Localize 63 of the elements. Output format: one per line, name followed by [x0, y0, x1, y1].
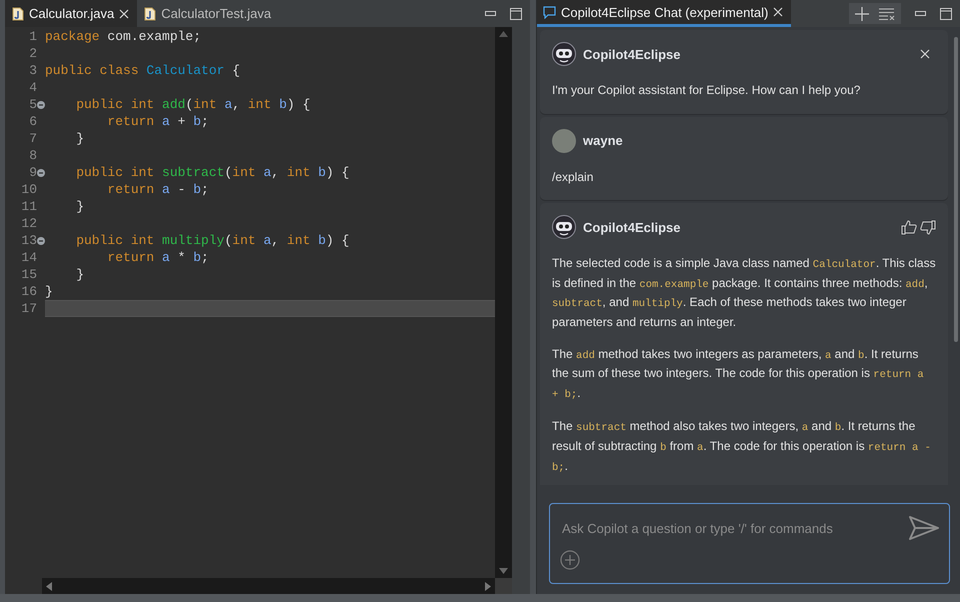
message-text: I'm your Copilot assistant for Eclipse. How can I help you?: [552, 82, 862, 99]
fold-icon[interactable]: [37, 168, 45, 176]
scrollbar-corner: [495, 578, 512, 594]
scroll-down-arrow-icon[interactable]: [499, 568, 508, 574]
fold-icon[interactable]: [37, 100, 45, 108]
line-number: 11: [20, 198, 37, 215]
close-icon[interactable]: [773, 7, 784, 17]
code-line: public int multiply(int a, int b) {: [75, 233, 350, 248]
line-number: 12: [20, 215, 37, 232]
line-number: 5: [28, 96, 37, 113]
line-number: 17: [20, 300, 37, 317]
code-line: public class Calculator {: [45, 63, 240, 78]
line-number: 9: [28, 164, 37, 181]
clear-list-icon[interactable]: [879, 8, 895, 20]
code-line: return a + b;: [106, 114, 209, 129]
minimize-icon[interactable]: [485, 10, 496, 16]
line-number: 7: [28, 130, 37, 147]
horizontal-scrollbar[interactable]: [42, 578, 495, 594]
line-number: 1: [28, 28, 37, 45]
vertical-scrollbar[interactable]: [495, 27, 512, 578]
add-attachment-icon[interactable]: [560, 550, 580, 570]
scroll-left-arrow-icon[interactable]: [46, 582, 52, 590]
java-file-icon: [12, 6, 24, 20]
line-number: 10: [20, 181, 37, 198]
maximize-icon[interactable]: [510, 8, 522, 20]
java-file-icon: [144, 6, 156, 20]
editor-tab[interactable]: Calculator.java: [5, 0, 138, 27]
minimize-icon[interactable]: [915, 10, 926, 16]
line-number: 14: [20, 249, 37, 266]
code-line: return a - b;: [106, 182, 209, 197]
code-line: return a * b;: [106, 250, 209, 265]
code-line: }: [75, 199, 84, 214]
line-number: 16: [20, 283, 37, 300]
code-line: public int subtract(int a, int b) {: [75, 165, 350, 180]
message-text: /explain: [552, 168, 594, 186]
message-author: wayne: [583, 133, 623, 148]
line-number: 6: [28, 113, 37, 130]
code-line: }: [75, 267, 84, 282]
scrollbar-thumb[interactable]: [954, 37, 958, 342]
chat-input-field[interactable]: Ask Copilot a question or type '/' for commands: [560, 520, 913, 536]
chat-view-tab[interactable]: Copilot4Eclipse Chat (experimental): [537, 0, 792, 27]
code-line: public int add(int a, int b) {: [75, 97, 310, 112]
line-number: 8: [28, 147, 37, 164]
close-icon[interactable]: [119, 8, 130, 18]
scroll-right-arrow-icon[interactable]: [485, 582, 491, 590]
code-line: }: [45, 284, 53, 299]
message-author: Copilot4Eclipse: [583, 220, 681, 235]
line-number: 3: [28, 62, 37, 79]
code-line: }: [75, 131, 84, 146]
close-icon[interactable]: [920, 49, 930, 59]
line-number: 15: [20, 266, 37, 283]
editor-tab[interactable]: CalculatorTest.java: [137, 0, 280, 27]
send-icon[interactable]: [909, 516, 939, 540]
plus-icon[interactable]: [855, 6, 869, 20]
line-number: 13: [20, 232, 37, 249]
code-line: package com.example;: [45, 29, 202, 44]
line-number: 4: [28, 79, 37, 96]
fold-icon[interactable]: [37, 236, 45, 244]
chat-bubble-icon: [543, 6, 556, 18]
message-author: Copilot4Eclipse: [583, 46, 681, 62]
line-number: 2: [28, 45, 37, 62]
robot-avatar-icon: [552, 42, 576, 66]
maximize-icon[interactable]: [940, 8, 952, 20]
